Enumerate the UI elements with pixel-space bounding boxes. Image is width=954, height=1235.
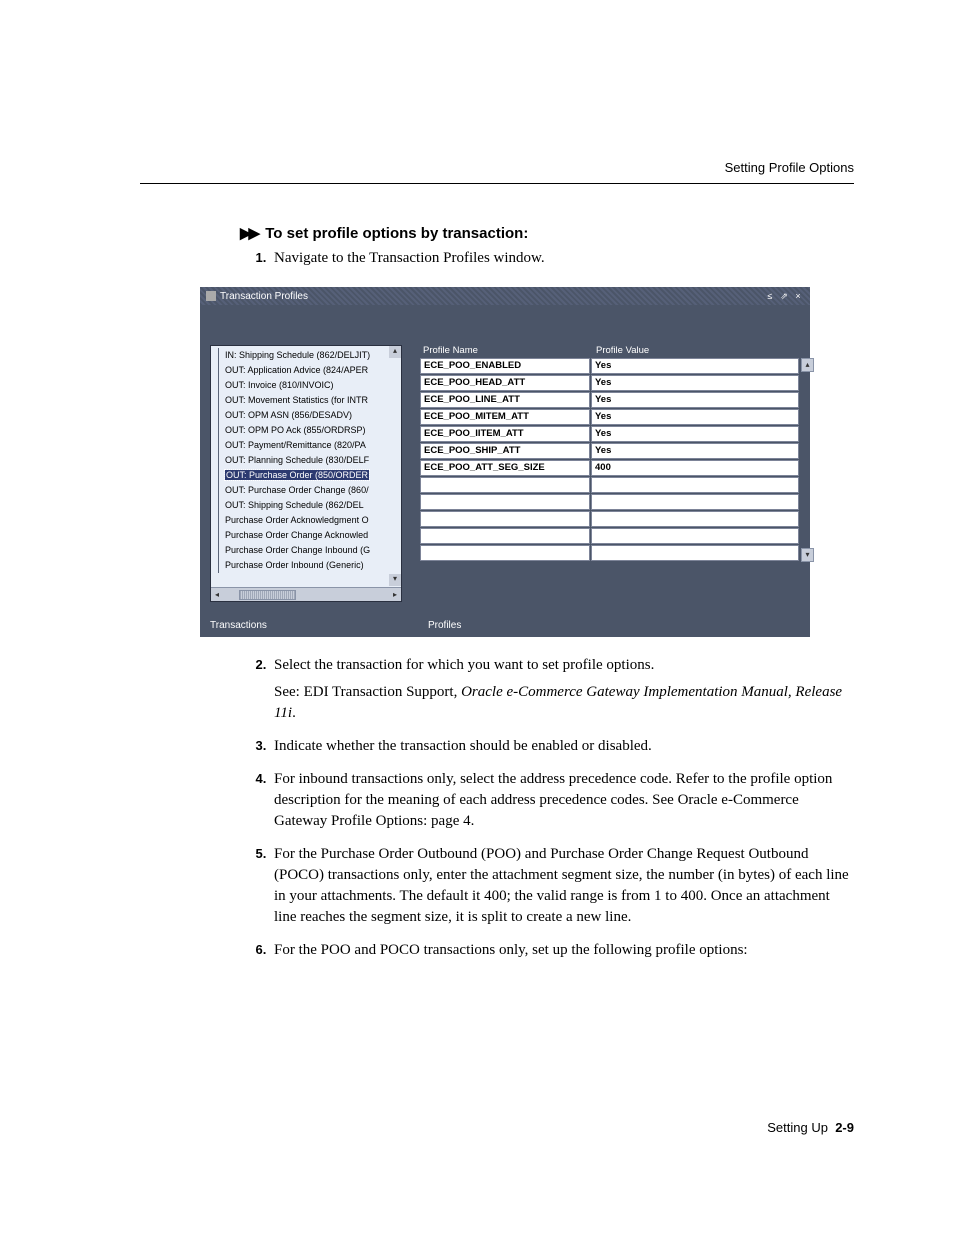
- scroll-down-icon[interactable]: ▾: [801, 548, 814, 562]
- close-icon[interactable]: ×: [792, 290, 804, 302]
- tree-item-selected[interactable]: OUT: Purchase Order (850/ORDER: [217, 468, 401, 483]
- running-header: Setting Profile Options: [140, 160, 854, 175]
- window-icon: [206, 291, 216, 301]
- cell-name[interactable]: ECE_POO_IITEM_ATT: [420, 426, 590, 442]
- tree-item[interactable]: OUT: Shipping Schedule (862/DEL: [217, 498, 401, 513]
- horizontal-scrollbar[interactable]: ◂ ▸: [211, 588, 401, 601]
- heading-text: To set profile options by transaction:: [265, 225, 528, 242]
- cell-value[interactable]: Yes: [591, 409, 799, 425]
- grid-row: ECE_POO_HEAD_ATTYes: [420, 375, 800, 391]
- cell-name[interactable]: [420, 545, 590, 561]
- step-2: Select the transaction for which you wan…: [270, 655, 854, 724]
- grid-row: ECE_POO_SHIP_ATTYes: [420, 443, 800, 459]
- grid-row: ECE_POO_ATT_SEG_SIZE400: [420, 460, 800, 476]
- cell-value[interactable]: Yes: [591, 358, 799, 374]
- cell-value[interactable]: [591, 494, 799, 510]
- step-3: Indicate whether the transaction should …: [270, 736, 854, 757]
- grid-row: [420, 511, 800, 527]
- cell-value[interactable]: Yes: [591, 426, 799, 442]
- tree-item[interactable]: OUT: Application Advice (824/APER: [217, 363, 401, 378]
- grid-row: [420, 528, 800, 544]
- cell-value[interactable]: [591, 545, 799, 561]
- tree-item[interactable]: OUT: Movement Statistics (for INTR: [217, 393, 401, 408]
- step-1: Navigate to the Transaction Profiles win…: [270, 248, 854, 269]
- scroll-down-icon[interactable]: ▾: [389, 574, 401, 586]
- cell-name[interactable]: ECE_POO_MITEM_ATT: [420, 409, 590, 425]
- grid-headers: Profile Name Profile Value: [420, 345, 800, 358]
- tree-item[interactable]: OUT: Purchase Order Change (860/: [217, 483, 401, 498]
- procedure-heading: ▶▶ To set profile options by transaction…: [240, 224, 854, 242]
- step-4: For inbound transactions only, select th…: [270, 769, 854, 832]
- cell-name[interactable]: [420, 511, 590, 527]
- col-header-profile-name: Profile Name: [420, 345, 593, 356]
- cell-name[interactable]: ECE_POO_ENABLED: [420, 358, 590, 374]
- step-6: For the POO and POCO transactions only, …: [270, 940, 854, 961]
- cell-name[interactable]: [420, 477, 590, 493]
- scroll-up-icon[interactable]: ▴: [801, 358, 814, 372]
- grid-row: ECE_POO_ENABLEDYes: [420, 358, 800, 374]
- grid-row: ECE_POO_MITEM_ATTYes: [420, 409, 800, 425]
- maximize-icon[interactable]: ⇗: [778, 290, 790, 302]
- vertical-scrollbar[interactable]: ▴ ▾: [801, 358, 814, 562]
- grid-row: [420, 477, 800, 493]
- cell-name[interactable]: ECE_POO_HEAD_ATT: [420, 375, 590, 391]
- grid-row: [420, 545, 800, 561]
- grid-row: ECE_POO_LINE_ATTYes: [420, 392, 800, 408]
- profiles-grid: ECE_POO_ENABLEDYes ECE_POO_HEAD_ATTYes E…: [420, 358, 800, 562]
- window-title: Transaction Profiles: [220, 291, 308, 302]
- cell-name[interactable]: [420, 494, 590, 510]
- tree-item[interactable]: OUT: Payment/Remittance (820/PA: [217, 438, 401, 453]
- cell-name[interactable]: ECE_POO_LINE_ATT: [420, 392, 590, 408]
- col-header-profile-value: Profile Value: [593, 345, 786, 356]
- grid-row: ECE_POO_IITEM_ATTYes: [420, 426, 800, 442]
- cell-value[interactable]: Yes: [591, 375, 799, 391]
- heading-arrows-icon: ▶▶: [240, 224, 257, 242]
- step-5: For the Purchase Order Outbound (POO) an…: [270, 844, 854, 928]
- minimize-icon[interactable]: ≤: [764, 290, 776, 302]
- tree-item[interactable]: IN: Shipping Schedule (862/DELJIT): [217, 348, 401, 363]
- tree-label: Transactions: [210, 620, 428, 631]
- tree-item[interactable]: OUT: OPM PO Ack (855/ORDRSP): [217, 423, 401, 438]
- tree-item[interactable]: Purchase Order Acknowledgment O: [217, 513, 401, 528]
- transactions-tree: ▴ IN: Shipping Schedule (862/DELJIT) OUT…: [210, 345, 402, 602]
- cell-value[interactable]: Yes: [591, 392, 799, 408]
- cell-name[interactable]: [420, 528, 590, 544]
- page-footer: Setting Up 2-9: [767, 1120, 854, 1135]
- grid-row: [420, 494, 800, 510]
- tree-item[interactable]: Purchase Order Inbound (Generic): [217, 558, 401, 573]
- grid-label: Profiles: [428, 620, 461, 631]
- cell-value[interactable]: [591, 477, 799, 493]
- tree-item[interactable]: OUT: Invoice (810/INVOIC): [217, 378, 401, 393]
- cell-value[interactable]: [591, 528, 799, 544]
- tree-item[interactable]: OUT: OPM ASN (856/DESADV): [217, 408, 401, 423]
- cell-value[interactable]: [591, 511, 799, 527]
- tree-item[interactable]: OUT: Planning Schedule (830/DELF: [217, 453, 401, 468]
- tree-item[interactable]: Purchase Order Change Acknowled: [217, 528, 401, 543]
- transaction-profiles-window: Transaction Profiles ≤ ⇗ × ▴ IN: Shippin…: [200, 287, 810, 637]
- cell-name[interactable]: ECE_POO_SHIP_ATT: [420, 443, 590, 459]
- cell-value[interactable]: 400: [591, 460, 799, 476]
- cell-value[interactable]: Yes: [591, 443, 799, 459]
- window-titlebar: Transaction Profiles ≤ ⇗ ×: [200, 287, 810, 305]
- cell-name[interactable]: ECE_POO_ATT_SEG_SIZE: [420, 460, 590, 476]
- header-rule: [140, 183, 854, 184]
- tree-item[interactable]: Purchase Order Change Inbound (G: [217, 543, 401, 558]
